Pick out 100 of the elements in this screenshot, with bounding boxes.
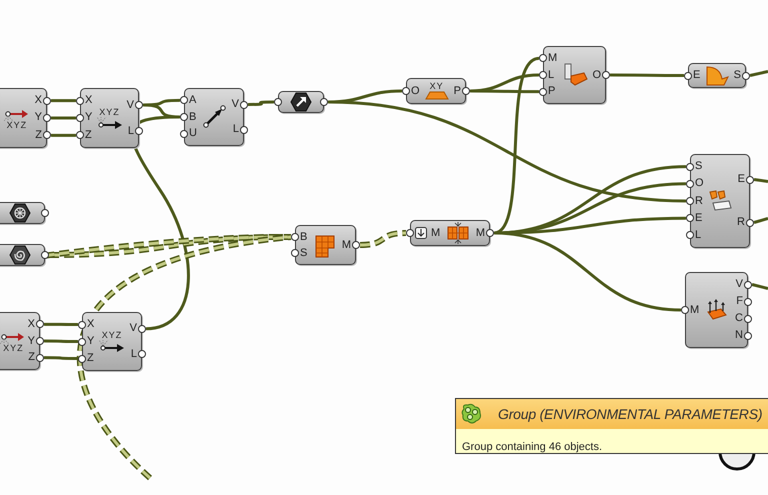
output-port[interactable] bbox=[746, 176, 754, 184]
group-icon bbox=[460, 403, 484, 425]
port-label: M bbox=[690, 304, 700, 316]
output-port[interactable] bbox=[43, 131, 51, 140]
input-port[interactable] bbox=[274, 98, 282, 106]
port-label: F bbox=[736, 296, 743, 307]
port-label: Z bbox=[85, 130, 92, 141]
input-port[interactable] bbox=[539, 71, 547, 79]
vector-arrow-icon bbox=[99, 340, 125, 352]
port-label: X bbox=[85, 95, 92, 106]
port-label: X bbox=[34, 95, 42, 106]
wire bbox=[44, 340, 78, 343]
output-port[interactable] bbox=[138, 324, 146, 333]
tooltip-title: Group (ENVIRONMENTAL PARAMETERS) bbox=[498, 404, 762, 424]
vector-arrow-icon bbox=[201, 104, 228, 130]
port-label: Y bbox=[34, 112, 42, 124]
port-label: L bbox=[232, 124, 239, 135]
output-port[interactable] bbox=[746, 218, 754, 226]
port-label: Y bbox=[87, 336, 94, 347]
wire bbox=[51, 116, 76, 120]
leaf-shape-icon bbox=[704, 64, 730, 86]
port-label: M bbox=[431, 228, 440, 238]
port-label: E bbox=[695, 212, 702, 224]
output-port[interactable] bbox=[240, 126, 248, 134]
port-label: A bbox=[189, 94, 196, 106]
output-port[interactable] bbox=[462, 87, 470, 95]
port-label: P bbox=[454, 86, 461, 96]
port-label: Y bbox=[28, 336, 35, 346]
shape-icon bbox=[562, 63, 588, 87]
wire bbox=[754, 217, 768, 224]
port-label: V bbox=[130, 323, 137, 334]
port-label: O bbox=[695, 178, 704, 190]
input-port[interactable] bbox=[78, 338, 86, 346]
output-port[interactable] bbox=[742, 72, 750, 80]
wire bbox=[44, 356, 78, 360]
input-port[interactable] bbox=[684, 72, 692, 80]
port-label: V bbox=[736, 279, 743, 290]
output-port[interactable] bbox=[602, 71, 610, 79]
input-port[interactable] bbox=[681, 306, 689, 314]
port-label: L bbox=[128, 126, 134, 136]
output-port[interactable] bbox=[41, 209, 49, 217]
grid-split-icon bbox=[446, 222, 470, 244]
icon-label: XYZ bbox=[6, 120, 28, 130]
port-label: S bbox=[734, 70, 741, 81]
port-label: B bbox=[300, 232, 308, 242]
port-label: X bbox=[87, 319, 94, 330]
input-port[interactable] bbox=[406, 229, 414, 237]
port-label: L bbox=[548, 70, 554, 80]
port-label: N bbox=[735, 330, 743, 341]
input-port[interactable] bbox=[180, 113, 188, 121]
output-port[interactable] bbox=[744, 280, 752, 288]
port-label: C bbox=[735, 313, 743, 324]
port-label: S bbox=[300, 248, 308, 258]
input-port[interactable] bbox=[686, 197, 694, 205]
icon-label: XY bbox=[430, 82, 444, 91]
port-label: L bbox=[130, 348, 137, 360]
output-port[interactable] bbox=[744, 314, 752, 322]
port-label: B bbox=[189, 112, 196, 122]
hexagon-spiral-icon bbox=[8, 245, 30, 265]
icon-label: XYZ bbox=[3, 344, 24, 352]
input-port[interactable] bbox=[78, 320, 86, 328]
output-port[interactable] bbox=[36, 337, 44, 345]
output-port[interactable] bbox=[240, 100, 248, 108]
wire bbox=[51, 99, 76, 102]
output-port[interactable] bbox=[138, 350, 146, 358]
port-label: P bbox=[548, 86, 556, 98]
hexagon-snowflake-icon bbox=[8, 203, 30, 223]
port-label: M bbox=[476, 228, 485, 238]
wire bbox=[754, 178, 768, 183]
output-port[interactable] bbox=[486, 229, 494, 237]
output-port[interactable] bbox=[352, 241, 360, 249]
plane-icon bbox=[424, 91, 449, 100]
output-port[interactable] bbox=[135, 127, 143, 135]
port-label: O bbox=[592, 70, 601, 80]
port-label: R bbox=[695, 196, 703, 206]
wire bbox=[752, 283, 768, 290]
icon-label: XYZ bbox=[102, 331, 122, 340]
icon-label: XYZ bbox=[99, 108, 120, 116]
port-label: V bbox=[232, 99, 239, 110]
port-label: M bbox=[548, 52, 558, 64]
port-label: Z bbox=[35, 130, 42, 141]
flags-box-icon bbox=[707, 190, 734, 212]
input-port[interactable] bbox=[402, 87, 410, 95]
port-label: U bbox=[189, 128, 197, 140]
input-port[interactable] bbox=[76, 131, 84, 140]
port-label: V bbox=[126, 100, 134, 110]
output-port[interactable] bbox=[320, 98, 328, 106]
output-port[interactable] bbox=[744, 332, 752, 340]
port-label: Y bbox=[85, 112, 92, 124]
output-port[interactable] bbox=[135, 101, 143, 109]
port-label: O bbox=[411, 86, 420, 96]
port-label: R bbox=[737, 217, 745, 228]
port-label: E bbox=[693, 70, 700, 81]
port-label: E bbox=[738, 174, 745, 185]
port-label: X bbox=[28, 318, 35, 330]
output-port[interactable] bbox=[744, 298, 752, 306]
port-label: S bbox=[695, 161, 702, 172]
input-port[interactable] bbox=[78, 354, 86, 362]
output-port[interactable] bbox=[41, 251, 49, 259]
port-label: Z bbox=[28, 352, 35, 364]
